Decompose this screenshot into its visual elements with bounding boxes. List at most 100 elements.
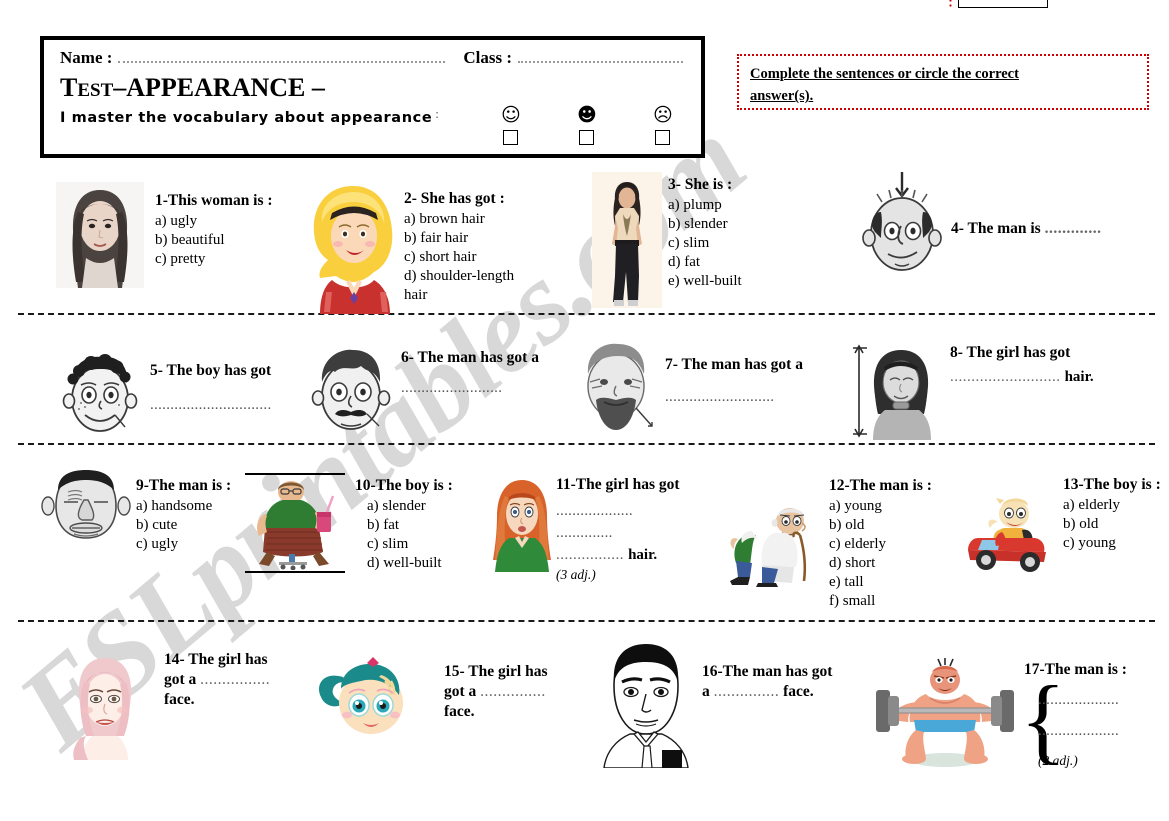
question-10: 10-The boy is : a) slender b) fat c) sli… — [355, 476, 453, 573]
question-8-title: 8- The girl has got — [950, 344, 1071, 361]
question-1: 1-This woman is : a) ugly b) beautiful c… — [155, 191, 273, 269]
question-14: 14- The girl has got a ................ … — [164, 650, 270, 710]
question-4-blank[interactable]: ............. — [1045, 220, 1102, 237]
question-13-option-b[interactable]: b) old — [1063, 515, 1161, 534]
question-12-option-a[interactable]: a) young — [829, 497, 932, 516]
question-8: 8- The girl has got ....................… — [950, 343, 1094, 389]
image-bodybuilder-weightlifter — [870, 658, 1020, 770]
question-11-blank-2[interactable]: .............. — [556, 523, 680, 545]
question-11-blank-3[interactable]: ................ — [556, 547, 624, 563]
question-12-option-b[interactable]: b) old — [829, 516, 932, 535]
worksheet-header: Name : Class : TEST–APPEARANCE – I maste… — [40, 36, 705, 158]
title-smallcaps: EST — [77, 80, 114, 101]
image-moustache-man-face — [305, 340, 397, 438]
question-16-title: 16-The man has got — [702, 663, 833, 680]
question-6-blank[interactable]: ......................... — [401, 378, 539, 400]
instruction-line-1: Complete the sentences or circle the cor… — [750, 66, 1019, 82]
question-1-option-c[interactable]: c) pretty — [155, 250, 273, 269]
question-3-option-c[interactable]: c) slim — [668, 234, 742, 253]
class-fill-line[interactable] — [518, 61, 683, 63]
image-pretty-girl-face — [62, 652, 148, 760]
image-old-man-with-cane — [716, 505, 822, 587]
question-3-option-a[interactable]: a) plump — [668, 196, 742, 215]
image-woman-long-dark-hair — [56, 182, 144, 288]
question-14-blank[interactable]: ................ — [200, 671, 270, 688]
question-4: 4- The man is ............. — [951, 219, 1101, 239]
question-10-title: 10-The boy is : — [355, 477, 453, 494]
question-15-blank[interactable]: ............... — [480, 683, 546, 700]
happy-face-icon: ☺ — [500, 104, 521, 127]
question-2-option-c[interactable]: c) short hair — [404, 248, 514, 267]
question-1-option-a[interactable]: a) ugly — [155, 212, 273, 231]
name-fill-line[interactable] — [118, 61, 446, 63]
sad-checkbox[interactable] — [655, 130, 671, 146]
question-13: 13-The boy is : a) elderly b) old c) you… — [1063, 475, 1161, 553]
question-11-suffix: hair. — [628, 546, 658, 563]
question-10-option-d[interactable]: d) well-built — [355, 554, 453, 573]
assessment-option-happy[interactable]: ☺ — [473, 104, 549, 146]
happy-checkbox[interactable] — [503, 130, 519, 146]
assessment-option-sad[interactable]: ☹ — [625, 106, 701, 146]
image-straight-hair-girl — [845, 340, 945, 440]
question-15-answer-line: got a ............... — [444, 682, 548, 702]
question-10-rule-top — [245, 473, 345, 475]
question-2-option-d[interactable]: d) shoulder-length — [404, 267, 514, 286]
self-assessment-row: I master the vocabulary about appearance… — [60, 104, 687, 146]
question-13-option-a[interactable]: a) elderly — [1063, 496, 1161, 515]
question-9-option-a[interactable]: a) handsome — [136, 497, 231, 516]
question-11-note: (3 adj.) — [556, 567, 596, 583]
question-11-title: 11-The girl has got — [556, 476, 680, 493]
question-12-option-f[interactable]: f) small — [829, 592, 932, 611]
question-3-option-d[interactable]: d) fat — [668, 253, 742, 272]
assessment-option-neutral[interactable]: ☻ — [549, 106, 625, 146]
question-9-option-c[interactable]: c) ugly — [136, 535, 231, 554]
question-7-title: 7- The man has got a — [665, 356, 803, 373]
neutral-checkbox[interactable] — [579, 130, 595, 146]
question-2-option-a[interactable]: a) brown hair — [404, 210, 514, 229]
question-17-blank-2[interactable]: .................... — [1038, 721, 1119, 743]
image-fat-boy-on-chair — [253, 478, 343, 570]
question-2-option-b[interactable]: b) fair hair — [404, 229, 514, 248]
question-8-blank[interactable]: .......................... — [950, 369, 1061, 385]
page-title: TEST–APPEARANCE – — [60, 73, 687, 102]
image-blonde-cartoon-woman — [302, 180, 404, 314]
question-13-option-c[interactable]: c) young — [1063, 534, 1161, 553]
question-17-note: (2 adj.) — [1038, 752, 1078, 768]
question-16-suffix: face. — [783, 683, 814, 701]
question-10-option-c[interactable]: c) slim — [355, 535, 453, 554]
question-17-blank-1[interactable]: .................... — [1038, 690, 1119, 712]
name-class-row: Name : Class : — [60, 48, 687, 72]
image-curly-hair-boy-face — [55, 345, 145, 441]
question-12-option-e[interactable]: e) tall — [829, 573, 932, 592]
question-10-option-a[interactable]: a) slender — [355, 497, 453, 516]
question-12-option-c[interactable]: c) elderly — [829, 535, 932, 554]
question-15-prefix: got a — [444, 683, 477, 701]
image-baby-in-toy-car — [948, 496, 1060, 572]
question-7-blank[interactable]: ........................... — [665, 387, 803, 409]
instruction-text: Complete the sentences or circle the cor… — [750, 63, 1136, 108]
question-3-option-b[interactable]: b) slender — [668, 215, 742, 234]
question-1-option-b[interactable]: b) beautiful — [155, 231, 273, 250]
question-16-blank[interactable]: ............... — [714, 683, 780, 700]
question-13-options: a) elderly b) old c) young — [1063, 496, 1161, 553]
question-9-option-b[interactable]: b) cute — [136, 516, 231, 535]
question-11-blank-1[interactable]: ................... — [556, 501, 680, 523]
section-divider-2 — [18, 443, 1155, 445]
question-3-option-e[interactable]: e) well-built — [668, 272, 742, 291]
question-10-option-b[interactable]: b) fat — [355, 516, 453, 535]
question-15-suffix: face. — [444, 703, 475, 721]
question-2: 2- She has got : a) brown hair b) fair h… — [404, 189, 514, 305]
image-square-face-man — [594, 642, 698, 768]
question-12-options: a) young b) old c) elderly d) short e) t… — [829, 497, 932, 611]
name-label: Name : — [60, 48, 113, 67]
question-12-option-d[interactable]: d) short — [829, 554, 932, 573]
question-11: 11-The girl has got ................... … — [556, 475, 680, 583]
question-5-blank[interactable]: .............................. — [150, 395, 272, 417]
question-15: 15- The girl has got a ............... f… — [444, 662, 548, 722]
question-2-title: 2- She has got : — [404, 190, 505, 207]
question-3: 3- She is : a) plump b) slender c) slim … — [668, 175, 742, 291]
question-5-title: 5- The boy has got — [150, 362, 272, 379]
question-16-prefix: a — [702, 683, 710, 701]
question-15-title: 15- The girl has — [444, 663, 548, 680]
title-rest: –APPEARANCE – — [113, 73, 325, 102]
